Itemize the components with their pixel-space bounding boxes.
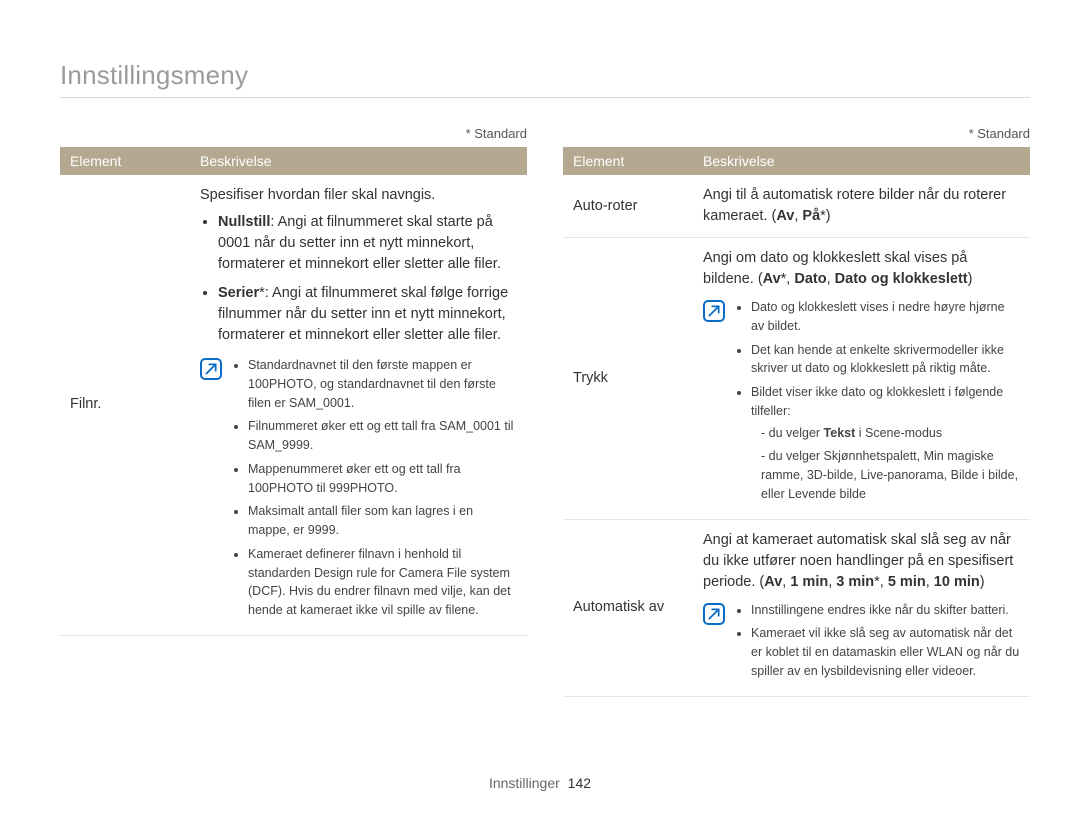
list-item: Innstillingene endres ikke når du skifte… — [751, 601, 1020, 620]
page-title: Innstillingsmeny — [60, 60, 1030, 91]
table-row: Automatisk av Angi at kameraet automatis… — [563, 519, 1030, 696]
suffix: *) — [820, 208, 830, 224]
right-column: * Standard Element Beskrivelse Auto-rote… — [563, 126, 1030, 697]
option-bold: 5 min — [888, 574, 926, 590]
table-row: Trykk Angi om dato og klokkeslett skal v… — [563, 238, 1030, 520]
list-item: Kameraet definerer filnavn i henhold til… — [248, 545, 517, 620]
settings-table-right: Element Beskrivelse Auto-roter Angi til … — [563, 147, 1030, 697]
option-list: Nullstill: Angi at filnummeret skal star… — [200, 212, 517, 346]
divider — [60, 97, 1030, 98]
page-number: 142 — [568, 775, 591, 791]
suffix: *, — [874, 574, 888, 590]
list-item: Mappenummeret øker ett og ett tall fra 1… — [248, 460, 517, 498]
manual-page: Innstillingsmeny * Standard Element Besk… — [0, 0, 1080, 815]
col-header-beskrivelse: Beskrivelse — [190, 147, 527, 175]
suffix: *, — [781, 271, 795, 287]
list-item: Kameraet vil ikke slå seg av automatisk … — [751, 624, 1020, 680]
option-bold: Dato — [794, 271, 826, 287]
col-header-beskrivelse: Beskrivelse — [693, 147, 1030, 175]
beskrivelse-cell-automatisk-av: Angi at kameraet automatisk skal slå seg… — [693, 519, 1030, 696]
text: du velger — [769, 426, 824, 440]
table-row: Filnr. Spesifiser hvordan filer skal nav… — [60, 175, 527, 635]
option-text: *: Angi at filnummeret skal følge forrig… — [218, 285, 508, 343]
beskrivelse-cell-trykk: Angi om dato og klokkeslett skal vises p… — [693, 238, 1030, 520]
desc-intro: Spesifiser hvordan filer skal navngis. — [200, 185, 517, 206]
note-icon — [703, 300, 725, 322]
note-box: Standardnavnet til den første mappen er … — [200, 356, 517, 625]
option-bold: Av — [776, 208, 794, 224]
list-item: Filnummeret øker ett og ett tall fra SAM… — [248, 417, 517, 455]
desc-text: Angi at kameraet automatisk skal slå seg… — [703, 530, 1020, 593]
desc-text: Angi om dato og klokkeslett skal vises p… — [703, 248, 1020, 290]
list-item: du velger Skjønnhetspalett, Min magiske … — [761, 447, 1020, 503]
col-header-element: Element — [563, 147, 693, 175]
page-footer: Innstillinger 142 — [0, 775, 1080, 791]
text: Bildet viser ikke dato og klokkeslett i … — [751, 385, 1003, 418]
left-column: * Standard Element Beskrivelse Filnr. Sp… — [60, 126, 527, 697]
option-bold: Dato og klokkeslett — [835, 271, 968, 287]
note-icon — [200, 358, 222, 380]
element-cell-trykk: Trykk — [563, 238, 693, 520]
option-bold: 1 min — [790, 574, 828, 590]
col-header-element: Element — [60, 147, 190, 175]
footer-section: Innstillinger — [489, 775, 560, 791]
option-bold: På — [802, 208, 820, 224]
close: ) — [980, 574, 985, 590]
sep: , — [827, 271, 835, 287]
list-item: Nullstill: Angi at filnummeret skal star… — [218, 212, 517, 275]
list-item: Serier*: Angi at filnummeret skal følge … — [218, 283, 517, 346]
sub-list: du velger Tekst i Scene-modus du velger … — [751, 424, 1020, 504]
option-label: Nullstill — [218, 214, 270, 230]
content-columns: * Standard Element Beskrivelse Filnr. Sp… — [60, 126, 1030, 697]
option-bold: Tekst — [824, 426, 856, 440]
note-list: Standardnavnet til den første mappen er … — [232, 356, 517, 625]
note-box: Dato og klokkeslett vises i nedre høyre … — [703, 298, 1020, 509]
table-row: Auto-roter Angi til å automatisk rotere … — [563, 175, 1030, 238]
list-item: Standardnavnet til den første mappen er … — [248, 356, 517, 412]
list-item: Bildet viser ikke dato og klokkeslett i … — [751, 383, 1020, 504]
element-cell-automatisk-av: Automatisk av — [563, 519, 693, 696]
option-label: Serier — [218, 285, 259, 301]
note-icon — [703, 603, 725, 625]
standard-note-right: * Standard — [563, 126, 1030, 141]
option-bold: 10 min — [934, 574, 980, 590]
list-item: du velger Tekst i Scene-modus — [761, 424, 1020, 443]
element-cell-auto-roter: Auto-roter — [563, 175, 693, 238]
option-bold: 3 min — [836, 574, 874, 590]
list-item: Maksimalt antall filer som kan lagres i … — [248, 502, 517, 540]
option-bold: Av — [763, 271, 781, 287]
note-box: Innstillingene endres ikke når du skifte… — [703, 601, 1020, 686]
settings-table-left: Element Beskrivelse Filnr. Spesifiser hv… — [60, 147, 527, 636]
note-list: Dato og klokkeslett vises i nedre høyre … — [735, 298, 1020, 509]
list-item: Det kan hende at enkelte skrivermodeller… — [751, 341, 1020, 379]
text: i Scene-modus — [855, 426, 942, 440]
list-item: Dato og klokkeslett vises i nedre høyre … — [751, 298, 1020, 336]
sep: , — [926, 574, 934, 590]
note-list: Innstillingene endres ikke når du skifte… — [735, 601, 1020, 686]
beskrivelse-cell-auto-roter: Angi til å automatisk rotere bilder når … — [693, 175, 1030, 238]
beskrivelse-cell-filnr: Spesifiser hvordan filer skal navngis. N… — [190, 175, 527, 635]
standard-note-left: * Standard — [60, 126, 527, 141]
desc-text: Angi til å automatisk rotere bilder når … — [703, 187, 1006, 224]
option-bold: Av — [764, 574, 782, 590]
element-cell-filnr: Filnr. — [60, 175, 190, 635]
close: ) — [968, 271, 973, 287]
